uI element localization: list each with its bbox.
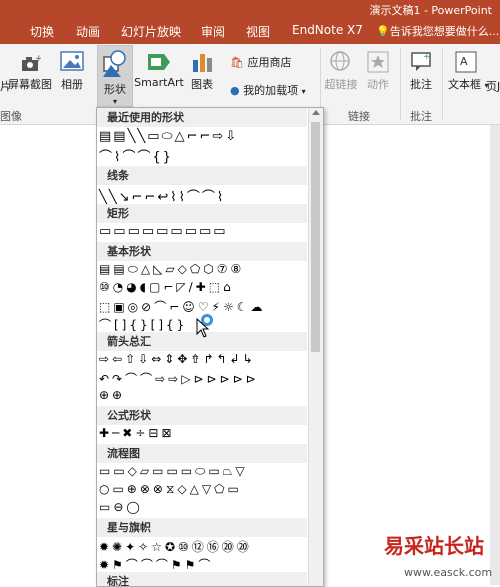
addins-icon: ● [230, 84, 240, 97]
smartart-label: SmartArt [134, 76, 184, 89]
photo-album-button[interactable]: 相册 [56, 50, 88, 92]
ribbon-tab-bar: 切换 动画 幻灯片放映 审阅 视图 EndNote X7 💡告诉我您想要做什么.… [0, 18, 500, 44]
category-flowchart: 流程图 [97, 444, 307, 463]
comment-button[interactable]: + 批注 [406, 50, 436, 92]
window-title: 演示文稿1 - PowerPoint [369, 4, 492, 17]
smartart-icon [148, 54, 170, 70]
textbox-icon: A [455, 51, 477, 73]
action-label: 动作 [367, 78, 389, 91]
textbox-button[interactable]: A 文本框 ▾ [448, 50, 489, 92]
ribbon-separator [442, 48, 443, 120]
shapes-button[interactable]: 形状 ▾ [97, 45, 133, 107]
camera-icon: + [22, 54, 41, 71]
group-label-comments: 批注 [410, 110, 432, 123]
shape-row-flowchart-1[interactable]: ▭▭◇▱▭▭▭⬭▭⏢▽ [99, 464, 248, 482]
shape-row-basic-2[interactable]: ⑩◔◕◖▢⌐◸∕✚⬚⌂ [99, 280, 234, 298]
shape-row-lines[interactable]: ╲╲↘⌐⌐↩⌇⌇⌒⌒⌇ [99, 186, 225, 205]
shape-row-equation[interactable]: ✚─✖÷⊟⊠ [99, 426, 175, 444]
globe-link-icon [330, 51, 350, 71]
scroll-up-arrow-icon[interactable] [312, 110, 320, 115]
watermark-text: 易采站长站 [384, 534, 484, 558]
photo-album-icon [60, 51, 84, 71]
tab-transitions[interactable]: 切换 [30, 23, 54, 40]
comment-label: 批注 [410, 78, 432, 91]
watermark-url: www.easck.com [404, 566, 493, 579]
action-button[interactable]: 动作 [364, 50, 392, 92]
group-label-images: 图像 [0, 110, 22, 123]
tab-view[interactable]: 视图 [246, 23, 270, 40]
svg-text:+: + [423, 52, 431, 62]
group-label-links: 链接 [348, 110, 370, 123]
chevron-down-icon: ▾ [112, 97, 117, 106]
category-basic-shapes: 基本形状 [97, 242, 307, 261]
category-rectangles: 矩形 [97, 204, 307, 223]
album-label: 相册 [61, 78, 83, 91]
hyperlink-label: 超链接 [324, 78, 358, 91]
scrollbar-thumb[interactable] [311, 122, 320, 352]
tab-review[interactable]: 审阅 [201, 23, 225, 40]
chart-label: 图表 [191, 78, 213, 91]
shape-row-flowchart-3[interactable]: ▭⊖◯ [99, 500, 143, 518]
tab-animations[interactable]: 动画 [76, 23, 100, 40]
shape-row-arrows-1[interactable]: ⇨⇦⇧⇩⇔⇕✥⇮↱↰↲↳ [99, 352, 256, 370]
app-store-button[interactable]: 🛍 应用商店 [230, 54, 291, 70]
tab-slideshow[interactable]: 幻灯片放映 [121, 23, 181, 40]
shape-row-arrows-3[interactable]: ⊕⊕ [99, 388, 125, 406]
store-icon: 🛍 [230, 56, 244, 69]
category-equation-shapes: 公式形状 [97, 406, 307, 425]
svg-text:+: + [35, 54, 41, 64]
shape-row-recent-2[interactable]: ⌒⌇⌒⌒{} [99, 146, 173, 165]
shape-row-basic-1[interactable]: ▤▤⬭△◺▱◇⬠⬡⑦⑧ [99, 262, 244, 280]
title-bar: 演示文稿1 - PowerPoint [0, 0, 500, 18]
tab-endnote[interactable]: EndNote X7 [292, 23, 363, 37]
shape-row-rectangles[interactable]: ▭▭▭▭▭▭▭▭▭ [99, 224, 228, 242]
shape-row-arrows-2[interactable]: ↶↷⌒⌒⇨⇨▷⊳⊳⊳⊳⊳ [99, 370, 259, 388]
my-addins-button[interactable]: ● 我的加载项 ▾ [230, 82, 306, 98]
category-stars-banners: 星与旗帜 [97, 518, 307, 537]
shapes-gallery: 最近使用的形状 ▤▤╲╲▭⬭△⌐⌐⇨⇩ ⌒⌇⌒⌒{} 线条 ╲╲↘⌐⌐↩⌇⌇⌒⌒… [96, 107, 324, 587]
smartart-button[interactable]: SmartArt [134, 50, 184, 89]
category-recent: 最近使用的形状 [97, 108, 307, 127]
star-action-icon [367, 51, 389, 73]
shapes-label: 形状 [104, 83, 126, 96]
hyperlink-button[interactable]: 超链接 [324, 50, 358, 92]
lightbulb-icon: 💡 [376, 25, 390, 38]
my-addins-label: 我的加载项 [243, 84, 299, 97]
comment-icon: + [411, 52, 431, 71]
mouse-pointer-icon [196, 318, 210, 338]
shape-row-stars-1[interactable]: ✹✺✦✧☆✪⑩⑫⑯⑳⑳ [99, 538, 252, 556]
svg-text:A: A [460, 55, 468, 68]
shape-row-flowchart-2[interactable]: ○▭⊕⊗⊗⧖◇△▽⬠▭ [99, 482, 242, 500]
ribbon-separator [400, 48, 401, 120]
app-store-label: 应用商店 [247, 56, 292, 69]
screenshot-button[interactable]: + 屏幕截图 [8, 54, 52, 92]
shapes-icon [103, 50, 126, 77]
header-footer-partial-label[interactable]: 页J [486, 78, 500, 94]
screenshot-label: 屏幕截图 [8, 78, 52, 91]
textbox-label: 文本框 [448, 78, 481, 91]
gallery-scrollbar[interactable] [308, 108, 323, 586]
shape-row-basic-3[interactable]: ⬚▣◎⊘⌒⌐☺♡⚡☼☾☁ [99, 298, 265, 316]
category-lines: 线条 [97, 166, 307, 185]
chart-icon [193, 54, 212, 72]
tell-me-box[interactable]: 💡告诉我您想要做什么... [376, 23, 499, 39]
chart-button[interactable]: 图表 [188, 50, 216, 92]
chevron-down-icon: ▾ [301, 87, 306, 96]
shape-row-recent-1[interactable]: ▤▤╲╲▭⬭△⌐⌐⇨⇩ [99, 129, 238, 147]
tell-me-text: 告诉我您想要做什么... [389, 25, 500, 38]
